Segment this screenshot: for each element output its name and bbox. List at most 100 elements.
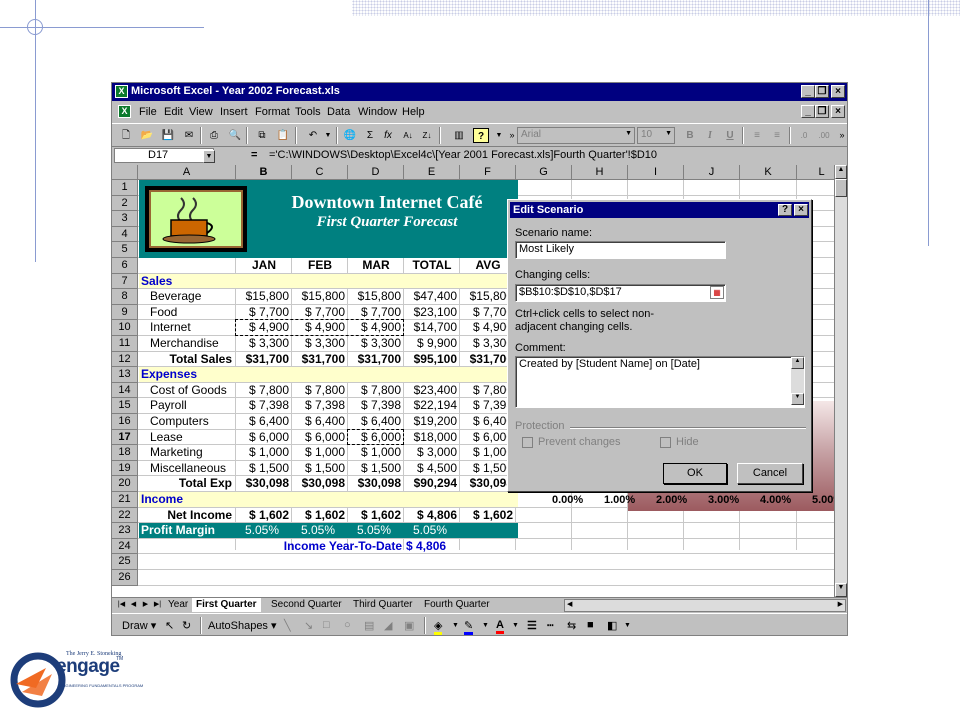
value-cell[interactable]: $31,700 <box>236 352 289 367</box>
value-cell[interactable]: $19,200 <box>404 414 457 429</box>
value-cell[interactable]: $ 3,000 <box>404 445 457 460</box>
value-cell[interactable]: $ 9,900 <box>404 336 457 351</box>
banner[interactable]: Downtown Internet Café First Quarter For… <box>139 180 518 258</box>
row-label[interactable]: Food <box>150 305 236 320</box>
value-cell[interactable]: $ 6,000 <box>460 430 513 445</box>
comment-scrollbar[interactable]: ▲ ▼ <box>791 357 804 405</box>
value-cell[interactable]: $23,400 <box>404 383 457 398</box>
formula-text[interactable]: ='C:\WINDOWS\Desktop\Excel4c\[Year 2001 … <box>269 149 657 161</box>
first-sheet-icon[interactable]: |◀ <box>116 599 127 611</box>
column-header-d[interactable]: D <box>348 165 404 180</box>
dialog-help-button[interactable]: ? <box>778 204 792 216</box>
oval-icon[interactable]: ○ <box>344 619 351 631</box>
value-cell[interactable]: $ 3,300 <box>292 336 345 351</box>
help-icon[interactable]: ? <box>473 128 489 143</box>
chevron-down-icon[interactable]: ▼ <box>482 622 489 629</box>
open-icon[interactable]: 📂 <box>139 128 155 143</box>
value-cell[interactable]: $ 6,000 <box>236 430 289 445</box>
value-cell[interactable]: $ 6,400 <box>292 414 345 429</box>
row-header-6[interactable]: 6 <box>112 258 138 274</box>
excel-icon[interactable]: X <box>115 85 128 98</box>
line-color-icon[interactable]: ✎ <box>464 619 474 635</box>
function-icon[interactable]: fx <box>380 128 396 143</box>
row-header-3[interactable]: 3 <box>112 211 138 227</box>
menu-data[interactable]: Data <box>327 106 350 118</box>
value-cell[interactable]: $ 6,400 <box>348 414 401 429</box>
chevron-down-icon[interactable]: ▼ <box>203 150 215 163</box>
print-preview-icon[interactable]: 🔍 <box>227 128 243 143</box>
value-cell[interactable]: $ 1,500 <box>236 461 289 476</box>
line-style-icon[interactable]: ☰ <box>527 619 537 632</box>
menu-view[interactable]: View <box>189 106 213 118</box>
shadow-icon[interactable]: ■ <box>587 619 594 631</box>
arrow-style-icon[interactable]: ⇆ <box>567 619 576 632</box>
row-label[interactable]: Miscellaneous <box>150 461 236 476</box>
sort-ascending-icon[interactable]: A↓ <box>400 128 416 143</box>
chevron-down-icon[interactable]: ▼ <box>624 622 631 629</box>
column-label-jan[interactable]: JAN <box>236 258 292 273</box>
last-sheet-icon[interactable]: ▶| <box>152 599 163 611</box>
column-header-b[interactable]: B <box>236 165 292 180</box>
row-label[interactable]: Net Income <box>142 508 232 523</box>
value-cell[interactable]: $15,800 <box>348 289 401 304</box>
value-cell[interactable]: $23,100 <box>404 305 457 320</box>
dialog-close-button[interactable]: × <box>794 204 808 216</box>
underline-button[interactable]: U <box>722 128 738 143</box>
clip-art-icon[interactable]: ▣ <box>404 619 414 632</box>
column-label-mar[interactable]: MAR <box>348 258 404 273</box>
value-cell[interactable]: $ 1,500 <box>460 461 513 476</box>
save-icon[interactable]: 💾 <box>160 128 176 143</box>
copy-icon[interactable]: ⧉ <box>254 128 270 143</box>
collapse-dialog-icon[interactable]: ▦ <box>710 286 724 299</box>
more-format-buttons-icon[interactable]: » <box>834 128 847 143</box>
workbook-icon[interactable]: X <box>118 105 131 118</box>
value-cell[interactable]: $ 1,500 <box>348 461 401 476</box>
row-header-11[interactable]: 11 <box>112 336 138 352</box>
dash-style-icon[interactable]: ┅ <box>547 619 554 632</box>
row-header-18[interactable]: 18 <box>112 445 138 461</box>
section-label[interactable]: Sales <box>141 274 261 289</box>
row-header-15[interactable]: 15 <box>112 398 138 414</box>
prev-sheet-icon[interactable]: ◀ <box>128 599 139 611</box>
row-label[interactable]: Beverage <box>150 289 236 304</box>
value-cell[interactable]: $47,400 <box>404 289 457 304</box>
menu-edit[interactable]: Edit <box>164 106 183 118</box>
value-cell[interactable]: $ 1,602 <box>292 508 345 523</box>
value-cell[interactable]: $14,700 <box>404 320 457 335</box>
section-label[interactable]: Expenses <box>141 367 261 382</box>
fill-color-icon[interactable]: ◈ <box>434 619 443 635</box>
value-cell[interactable]: $ 1,000 <box>236 445 289 460</box>
row-header-9[interactable]: 9 <box>112 304 138 321</box>
scroll-thumb[interactable] <box>835 179 847 197</box>
value-cell[interactable]: $15,800 <box>292 289 345 304</box>
value-cell[interactable]: $90,294 <box>404 476 457 491</box>
value-cell[interactable]: $ 7,700 <box>292 305 345 320</box>
value-cell[interactable]: $ 1,000 <box>348 445 401 460</box>
formula-equals[interactable]: = <box>251 149 257 161</box>
comment-textarea[interactable]: Created by [Student Name] on [Date] ▲ ▼ <box>515 356 805 408</box>
value-cell[interactable]: $ 7,800 <box>348 383 401 398</box>
value-cell[interactable]: $ 7,800 <box>236 383 289 398</box>
column-header-h[interactable]: H <box>572 165 628 180</box>
row-header-2[interactable]: 2 <box>112 195 138 212</box>
column-header-i[interactable]: I <box>628 165 684 180</box>
value-cell[interactable]: $ 1,602 <box>460 508 513 523</box>
column-label-feb[interactable]: FEB <box>292 258 348 273</box>
value-cell[interactable]: $30,098 <box>236 476 289 491</box>
restore-button[interactable]: ❐ <box>815 85 829 98</box>
value-cell[interactable]: $ 6,000 <box>292 430 345 445</box>
vertical-scrollbar[interactable]: ▲ ▼ <box>834 165 847 597</box>
minimize-button[interactable]: _ <box>801 85 815 98</box>
font-size-select[interactable]: 10 ▼ <box>637 127 675 144</box>
row-header-19[interactable]: 19 <box>112 460 138 477</box>
row-label[interactable]: Payroll <box>150 398 236 413</box>
autoshapes-menu-button[interactable]: AutoShapes ▾ <box>208 619 277 632</box>
value-cell[interactable]: $ 1,602 <box>348 508 401 523</box>
income-ytd-value[interactable]: $ 4,806 <box>406 539 466 554</box>
value-cell[interactable]: $18,000 <box>404 430 457 445</box>
value-cell[interactable]: $ 1,000 <box>460 445 513 460</box>
tab-second-quarter[interactable]: Second Quarter <box>267 598 346 612</box>
profit-margin-value[interactable]: 5.05% <box>404 523 456 538</box>
row-header-12[interactable]: 12 <box>112 351 138 368</box>
text-box-icon[interactable]: ▤ <box>364 619 374 632</box>
